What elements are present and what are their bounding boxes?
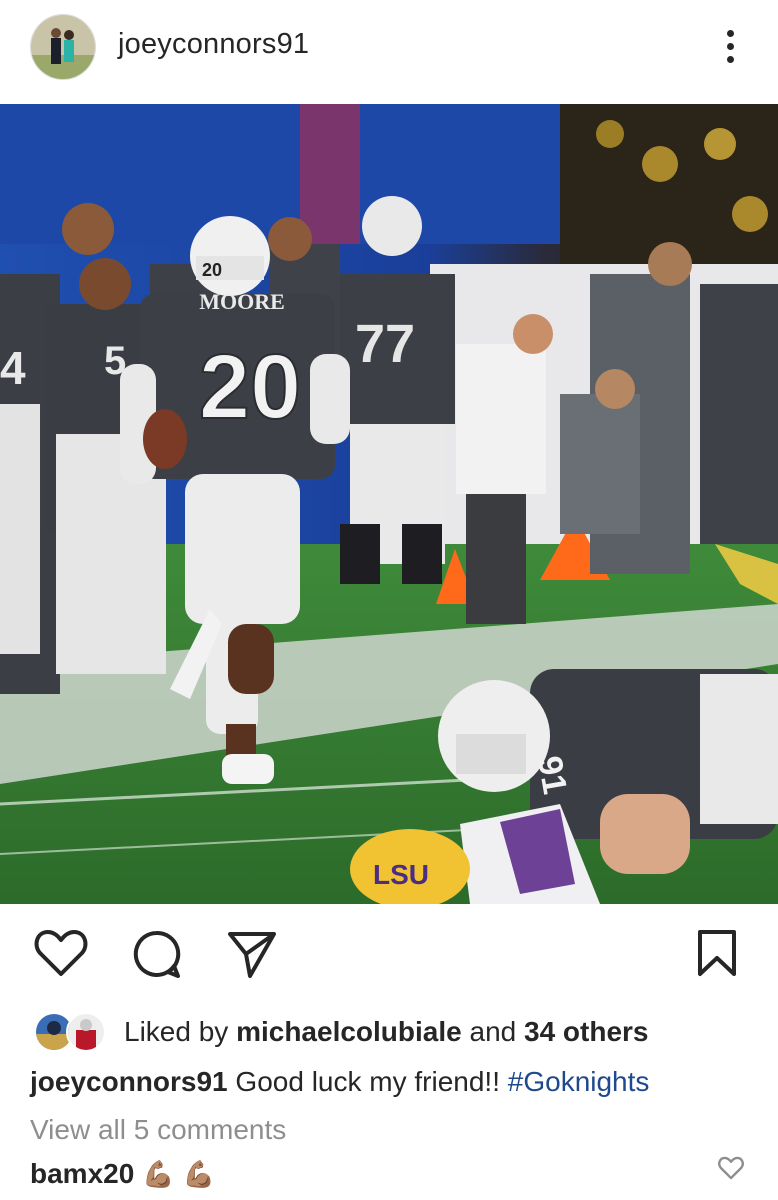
svg-text:20: 20	[202, 260, 222, 280]
profile-avatar[interactable]	[30, 14, 96, 80]
paper-plane-icon	[228, 932, 276, 978]
comment-item: bamx20 💪🏽 💪🏽	[30, 1158, 215, 1190]
likes-conjunction: and	[469, 1016, 517, 1047]
jersey-name-runner: MOORE	[199, 289, 285, 314]
jersey-number-runner: 20	[199, 336, 301, 438]
post-photo[interactable]: 4 5 77 20 MOORE 20 91 LSU	[0, 104, 778, 904]
jersey-number-edge: 4	[0, 342, 26, 394]
caption-hashtag[interactable]: #Goknights	[508, 1066, 650, 1097]
more-vertical-icon	[716, 26, 746, 68]
liker-username[interactable]: michaelcolubiale	[236, 1016, 462, 1047]
caption-text: Good luck my friend!!	[235, 1066, 500, 1097]
like-button[interactable]	[34, 928, 88, 983]
comment-button[interactable]	[130, 928, 182, 985]
caption-username[interactable]: joeyconnors91	[30, 1066, 228, 1097]
more-options-button[interactable]	[716, 26, 746, 68]
share-button[interactable]	[226, 928, 278, 985]
save-button[interactable]	[694, 928, 740, 983]
comment-text: 💪🏽 💪🏽	[142, 1160, 216, 1190]
post-username[interactable]: joeyconnors91	[118, 28, 309, 61]
likes-text: Liked by michaelcolubiale and 34 others	[124, 1016, 649, 1048]
helmet-text: LSU	[373, 859, 429, 890]
post-actions	[0, 904, 778, 1004]
jersey-number-tackler: 91	[530, 753, 574, 797]
post-caption: joeyconnors91 Good luck my friend!! #Gok…	[30, 1066, 649, 1098]
comment-username[interactable]: bamx20	[30, 1158, 134, 1189]
heart-icon	[34, 930, 88, 976]
jersey-number-lineman: 77	[355, 314, 415, 374]
likes-others-count[interactable]: 34 others	[524, 1016, 649, 1047]
comment-bubble-icon	[133, 930, 181, 978]
heart-icon	[718, 1156, 744, 1180]
liker-avatar[interactable]	[66, 1012, 106, 1052]
bookmark-icon	[698, 930, 736, 976]
likes-prefix: Liked by	[124, 1016, 229, 1047]
comment-like-button[interactable]	[718, 1156, 744, 1185]
likes-summary: Liked by michaelcolubiale and 34 others	[0, 1004, 778, 1060]
view-all-comments-link[interactable]: View all 5 comments	[30, 1114, 286, 1146]
post-header: joeyconnors91	[0, 0, 778, 104]
